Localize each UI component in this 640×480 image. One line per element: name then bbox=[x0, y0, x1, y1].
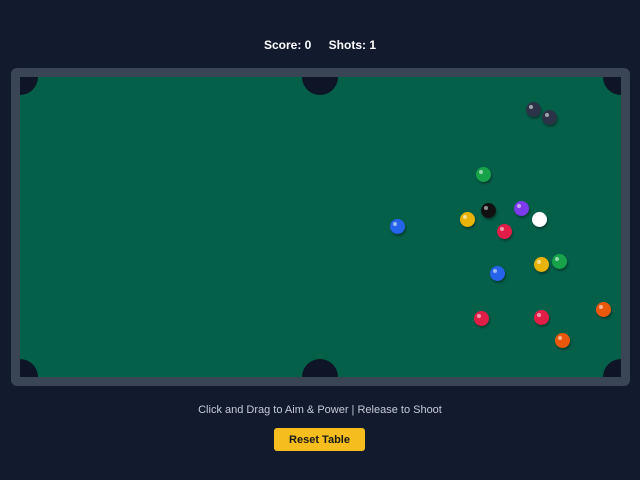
ball-red-1 bbox=[497, 224, 512, 239]
ball-yellow-2 bbox=[534, 257, 549, 272]
reset-table-button[interactable]: Reset Table bbox=[274, 428, 365, 451]
ball-blue-2 bbox=[490, 266, 505, 281]
pocket-bottom-left bbox=[20, 359, 38, 377]
pocket-top-right bbox=[603, 77, 621, 95]
game-stage: Score: 0 Shots: 1 Click and Drag to Aim … bbox=[0, 0, 640, 480]
pocket-top-middle bbox=[302, 77, 338, 95]
pocket-bottom-middle bbox=[302, 359, 338, 377]
table-felt[interactable] bbox=[20, 77, 621, 377]
cue-ball[interactable] bbox=[532, 212, 547, 227]
ball-green-1 bbox=[476, 167, 491, 182]
instructions-text: Click and Drag to Aim & Power | Release … bbox=[198, 404, 442, 416]
score-display: Score: 0 bbox=[263, 38, 312, 52]
ball-purple bbox=[514, 201, 529, 216]
ball-green-2 bbox=[552, 254, 567, 269]
pocket-top-left bbox=[20, 77, 38, 95]
ball-red-2 bbox=[474, 311, 489, 326]
pool-table bbox=[11, 68, 630, 386]
eight-ball bbox=[481, 203, 496, 218]
score-bar: Score: 0 Shots: 1 bbox=[0, 38, 640, 52]
ball-red-3 bbox=[534, 310, 549, 325]
ball-orange-2 bbox=[555, 333, 570, 348]
shots-display: Shots: 1 bbox=[328, 38, 377, 52]
ball-blue-1 bbox=[390, 219, 405, 234]
ball-dark-1 bbox=[526, 102, 541, 117]
ball-dark-2 bbox=[542, 110, 557, 125]
ball-yellow-1 bbox=[460, 212, 475, 227]
ball-orange-1 bbox=[596, 302, 611, 317]
pocket-bottom-right bbox=[603, 359, 621, 377]
